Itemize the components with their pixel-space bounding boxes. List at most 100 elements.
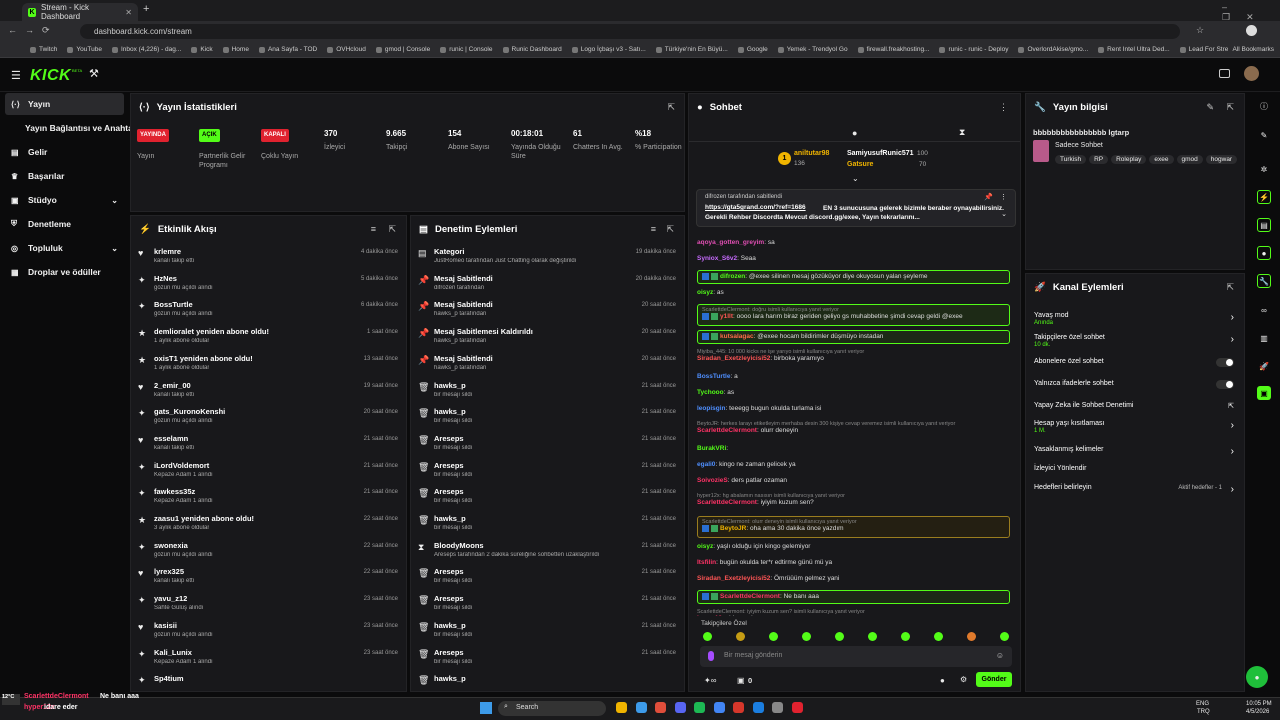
activity-row[interactable]: ♥ lyrex325 kanalı takip etti 22 saat önce [131,564,406,590]
toggle-switch[interactable] [1216,380,1234,389]
emote-icon[interactable] [703,632,712,641]
activity-row[interactable]: ✦ Sp4tium [131,671,406,691]
mod-action-row[interactable]: 📌 Mesaj Sabitlemesi Kaldırıldı hawks_p tar… [411,324,684,350]
chat-message[interactable]: Syniox_S6v2: Seaa [697,254,1010,268]
taskbar-app-icon[interactable] [733,702,744,713]
taskbar-app-icon[interactable] [616,702,627,713]
star-icon[interactable]: ☆ [1196,25,1204,36]
start-icon[interactable] [480,702,492,714]
chat-username[interactable]: difrozen [720,273,745,280]
toggle-switch[interactable] [1216,358,1234,367]
menu-icon[interactable]: ☰ [11,69,21,82]
channel-action-row[interactable]: Takipçilere özel sohbet 10 dk. › [1034,334,1234,350]
mod-action-row[interactable]: 📌 Mesaj Sabitlendi hawks_p tarafından 20 sa… [411,297,684,323]
bookmark-item[interactable]: OverlordAkise/gmo... [1018,46,1088,53]
filter-icon[interactable]: ≡ [651,224,656,234]
channel-action-row[interactable]: Yalnızca ifadelerle sohbet [1034,380,1234,396]
kicks-icon[interactable]: ✦∞ [704,676,716,685]
activity-row[interactable]: ♥ krlemre kanalı takip etti 4 dakika önce [131,244,406,270]
display-icon[interactable] [1219,69,1230,78]
activity-row[interactable]: ✦ gats_KuronoKenshi gözün mü açıldı alındı… [131,404,406,430]
activity-row[interactable]: ♥ kasisii gözün mü açıldı alındı 23 saat ön… [131,618,406,644]
chat-message[interactable]: oisyz: yaşlı olduğu için kingo gelemiyor [697,542,1010,556]
bookmark-item[interactable]: Twitch [30,46,57,53]
mod-action-row[interactable]: 📌 Mesaj Sabitlendi hawks_p tarafından 20 sa… [411,351,684,377]
chat-icon[interactable]: ● [1257,246,1271,260]
bookmark-item[interactable]: Rent Intel Ultra Ded... [1098,46,1170,53]
filter-icon[interactable]: ≡ [371,224,376,234]
chat-message[interactable]: SoivozieS: ders patlar ozaman [697,476,1010,490]
chat-message[interactable]: Miyiba_445: 10 000 kicks ne işe yarıyo i… [697,348,1010,370]
chat-message[interactable]: oisyz: as [697,288,1010,302]
bug-icon[interactable]: ✲ [1257,162,1271,176]
sidebar-item-5[interactable]: ⛨ Denetleme [5,213,124,235]
sidebar-item-0[interactable]: ⟨·⟩ Yayın [5,93,124,115]
sidebar-item-2[interactable]: ▤ Gelir [5,141,124,163]
chat-username[interactable]: BossTurtle [697,373,730,380]
top-gifter-1[interactable]: aniltutar98 [794,150,829,157]
rocket-icon[interactable]: 🚀 [1257,359,1271,373]
chat-message[interactable]: BossTurtle: a [697,372,1010,386]
chat-username[interactable]: Siradan_Exetzleyicisi52 [697,355,770,362]
url-field[interactable]: dashboard.kick.com/stream [80,24,1180,39]
sidebar-item-4[interactable]: ▣ Stüdyo ⌄ [5,189,124,211]
wrench-icon[interactable]: 🔧 [1257,274,1271,288]
active-panel-icon[interactable]: ▣ [1257,386,1271,400]
popout-icon[interactable]: ⇱ [666,224,674,235]
activity-row[interactable]: ✦ iLordVoldemort Kepaze Adam 1 alındı 21 sa… [131,458,406,484]
clock-time[interactable]: 10:05 PM [1246,701,1272,707]
bookmark-item[interactable]: Runic Dashboard [502,46,562,53]
activity-row[interactable]: ✦ Kali_Lunix Kepaze Adam 1 alındı 23 saat ö… [131,645,406,671]
tag-chip[interactable]: gmod [1176,155,1203,164]
chat-username[interactable]: ScarlettdeClermont [720,593,780,600]
emote-icon[interactable] [1000,632,1009,641]
emote-icon[interactable] [868,632,877,641]
bookmark-item[interactable]: Türkiye'nin En Büyü... [655,46,728,53]
channel-action-row[interactable]: İzleyici Yönlendir [1034,465,1234,481]
lang-indicator[interactable]: ENG [1196,701,1209,707]
chat-username[interactable]: oisyz [697,289,713,296]
emote-icon[interactable] [835,632,844,641]
emote-icon[interactable] [901,632,910,641]
chat-username[interactable]: BurakVRi [697,445,726,452]
emoji-icon[interactable]: ☺ [996,651,1004,660]
more-icon[interactable]: ⋮ [999,102,1008,113]
chat-message[interactable]: ScarlettdeClermont: Ne banı aaa [697,590,1010,604]
chevron-right-icon[interactable]: › [1231,446,1234,457]
mod-action-row[interactable]: 🗑 Areseps bir mesajı sildi 21 saat önce [411,458,684,484]
chat-username[interactable]: Syniox_S6v2 [697,255,737,262]
popout-icon[interactable]: ⇱ [1226,102,1234,113]
chat-username[interactable]: Tychooo [697,389,724,396]
chat-username[interactable]: BeytoJR [720,525,746,532]
activity-row[interactable]: ✦ HzNes gözün mü açıldı alındı 5 dakika önc… [131,271,406,297]
chat-username[interactable]: egali0 [697,461,715,468]
taskbar-app-icon[interactable] [674,702,686,713]
mod-action-row[interactable]: 🗑 Areseps bir mesajı sildi 21 saat önce [411,431,684,457]
chat-message[interactable]: Itsfilin: bugün okulda ter*r edtirme gün… [697,558,1010,572]
sidebar-item-3[interactable]: ♛ Başarılar [5,165,124,187]
chat-username[interactable]: oisyz [697,543,713,550]
mod-action-row[interactable]: 🗑 hawks_p bir mesajı sildi 21 saat önce [411,618,684,644]
taskbar-app-icon[interactable] [791,702,803,713]
activity-row[interactable]: ★ oxisT1 yeniden abone oldu! 1 aylık abone… [131,351,406,377]
popout-icon[interactable]: ⇱ [667,102,675,113]
chat-message[interactable]: Tychooo: as [697,388,1010,402]
tag-chip[interactable]: RP [1089,155,1109,164]
chat-username[interactable]: ScarlettdeClermont [697,427,757,434]
send-button[interactable]: Gönder [976,672,1012,687]
sidebar-item-6[interactable]: ◎ Topluluk ⌄ [5,237,124,259]
bookmark-item[interactable]: runic | Console [440,46,493,53]
bookmark-item[interactable]: runic - runic - Deploy [939,46,1008,53]
channel-action-row[interactable]: Yapay Zeka ile Sohbet Denetimi ⇱ [1034,402,1234,418]
settings-icon[interactable]: ⚙ [960,675,967,684]
chat-username[interactable]: Siradan_Exetzleyicisi52 [697,575,770,582]
gift-icon[interactable]: ▣ [737,676,745,685]
mod-action-row[interactable]: 🗑 Areseps bir mesajı sildi 21 saat önce [411,564,684,590]
emote-icon[interactable] [769,632,778,641]
bookmark-item[interactable]: YouTube [67,46,102,53]
activity-row[interactable]: ✦ swonexia gözün mü açıldı alındı 22 saat ö… [131,538,406,564]
chat-message[interactable]: BeytoJR: herkes larayı etiketleyim merha… [697,420,1010,442]
chat-message[interactable]: aqoya_gotten_greyim: sa [697,238,1010,252]
activity-row[interactable]: ✦ yavu_z12 Sahte Gülüş alındı 23 saat önce [131,591,406,617]
chat-message[interactable]: ScarlettdeClermont: iyiyim kuzum sen? is… [697,608,1010,616]
